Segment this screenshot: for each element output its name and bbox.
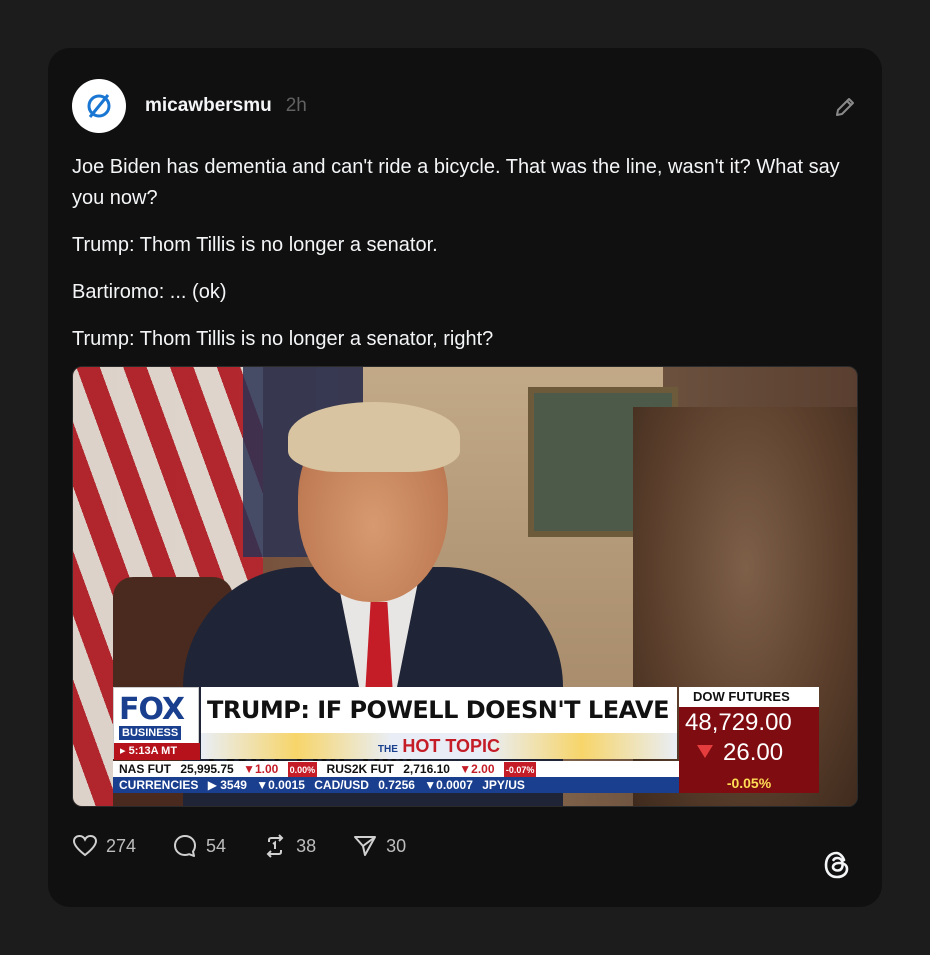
comment-count: 54 xyxy=(206,835,227,856)
repost-icon xyxy=(266,834,284,858)
dow-percent: -0.05% xyxy=(726,775,772,791)
down-arrow-icon xyxy=(697,745,713,758)
ticker-item: ▼0.0007 xyxy=(424,778,473,792)
ticker-row-futures: NAS FUT 25,995.75 ▼1.00 0.00% RUS2K FUT … xyxy=(113,761,679,777)
logo-business: BUSINESS xyxy=(119,726,182,740)
ticker-item: ▼2.00 xyxy=(459,762,495,776)
threads-logo-icon[interactable] xyxy=(820,848,854,882)
ticker-row-currencies: CURRENCIES ▶ 3549 ▼0.0015 CAD/USD 0.7256… xyxy=(113,777,679,793)
dow-label: DOW FUTURES xyxy=(679,687,819,707)
fox-business-logo: FOX BUSINESS ▸ 5:13A MT xyxy=(113,687,200,760)
ticker-item: 0.00% xyxy=(287,762,318,777)
dow-futures-box: DOW FUTURES 48,729.00 26.00 -0.05% xyxy=(679,687,819,793)
post-time: 2h xyxy=(285,95,307,116)
ticker-item: CURRENCIES xyxy=(119,778,199,792)
ticker-item: ▼1.00 xyxy=(243,762,279,776)
post-header: micawbersmu 2h xyxy=(72,78,858,134)
comment-button[interactable]: 54 xyxy=(172,833,226,859)
send-icon xyxy=(354,836,377,856)
post-actions: 274 54 38 30 xyxy=(72,832,442,860)
post-paragraph: Joe Biden has dementia and can't ride a … xyxy=(72,156,840,209)
post-paragraph: Bartiromo: ... (ok) xyxy=(72,281,227,303)
edit-icon[interactable] xyxy=(832,94,858,120)
ticker-item: NAS FUT xyxy=(119,762,171,776)
post-video-frame[interactable]: FOX BUSINESS ▸ 5:13A MT TRUMP: IF POWELL… xyxy=(72,366,858,807)
ticker-item: RUS2K FUT xyxy=(326,762,394,776)
speaker-hair xyxy=(288,402,460,472)
post-card: micawbersmu 2h Joe Biden has dementia an… xyxy=(48,48,882,907)
dow-value: 48,729.00 xyxy=(685,709,792,736)
ticker-item: 0.7256 xyxy=(378,778,415,792)
news-chyron: FOX BUSINESS ▸ 5:13A MT TRUMP: IF POWELL… xyxy=(113,687,819,795)
ticker-item: ▶ 3549 xyxy=(207,778,247,792)
dow-change: 26.00 xyxy=(723,739,784,766)
share-count: 30 xyxy=(386,835,407,856)
comment-icon xyxy=(174,835,197,857)
username[interactable]: micawbersmu xyxy=(145,95,272,117)
post-paragraph: Trump: Thom Tillis is no longer a senato… xyxy=(72,328,494,350)
avatar[interactable] xyxy=(72,79,126,133)
logo-fox: FOX xyxy=(119,692,185,727)
like-count: 274 xyxy=(106,835,137,856)
ticker-item: 2,716.10 xyxy=(403,762,450,776)
ticker-item: 25,995.75 xyxy=(180,762,234,776)
hot-topic-prefix: THE xyxy=(377,744,398,755)
ticker-item: ▼0.0015 xyxy=(256,778,305,792)
post-paragraph: Trump: Thom Tillis is no longer a senato… xyxy=(72,234,438,256)
ticker-item: CAD/USD xyxy=(314,778,369,792)
null-symbol-icon xyxy=(87,94,111,118)
repost-button[interactable]: 38 xyxy=(262,833,316,859)
ticker-item: JPY/US xyxy=(482,778,525,792)
post-body: Joe Biden has dementia and can't ride a … xyxy=(72,152,867,371)
broadcast-time: ▸ 5:13A MT xyxy=(114,743,200,760)
ticker-item: -0.07% xyxy=(503,762,537,777)
like-button[interactable]: 274 xyxy=(72,833,136,859)
share-button[interactable]: 30 xyxy=(352,833,406,859)
hot-topic-bar: THE HOT TOPIC xyxy=(201,733,677,759)
heart-icon xyxy=(72,834,98,857)
chyron-headline: TRUMP: IF POWELL DOESN'T LEAVE I WILL FI… xyxy=(201,687,677,770)
repost-count: 38 xyxy=(296,835,317,856)
hot-topic-label: HOT TOPIC xyxy=(402,736,501,756)
